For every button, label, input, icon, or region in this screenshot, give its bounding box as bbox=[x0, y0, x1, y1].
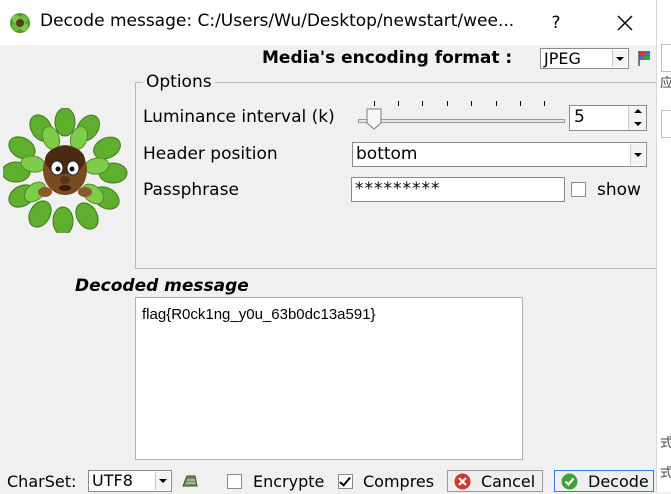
luminance-slider-track[interactable] bbox=[358, 119, 565, 123]
spinner-buttons bbox=[628, 106, 646, 130]
slider-tick bbox=[520, 101, 521, 106]
slider-tick bbox=[374, 101, 375, 106]
chevron-down-icon bbox=[612, 50, 627, 67]
luminance-spinner[interactable]: 5 bbox=[569, 105, 647, 131]
decoded-message-title: Decoded message bbox=[75, 276, 249, 296]
luminance-slider-thumb[interactable] bbox=[366, 108, 382, 130]
encrypted-checkbox[interactable] bbox=[227, 474, 242, 489]
window-title: Decode message: C:/Users/Wu/Desktop/news… bbox=[40, 11, 515, 31]
passphrase-label: Passphrase bbox=[143, 180, 239, 200]
background-window: 应 式 式 bbox=[656, 0, 671, 492]
slider-tick bbox=[496, 101, 497, 106]
background-text: 应 bbox=[660, 76, 671, 91]
options-title: Options bbox=[143, 72, 215, 92]
show-passphrase-label: show bbox=[597, 180, 641, 200]
charset-icon[interactable] bbox=[181, 473, 199, 489]
mascot-icon bbox=[1, 107, 128, 236]
header-position-label: Header position bbox=[143, 144, 278, 164]
decode-button[interactable]: Decode bbox=[554, 470, 654, 492]
slider-tick bbox=[398, 101, 399, 106]
chevron-down-icon bbox=[155, 472, 170, 490]
charset-select[interactable]: UTF8 bbox=[88, 470, 172, 492]
decoded-message-area[interactable]: flag{R0ck1ng_y0u_63b0dc13a591} bbox=[135, 297, 523, 460]
encoding-format-label: Media's encoding format : bbox=[262, 48, 513, 68]
header-position-select[interactable]: bottom bbox=[352, 142, 647, 167]
cancel-button[interactable]: Cancel bbox=[447, 470, 543, 492]
background-text: 式 bbox=[660, 436, 671, 451]
encoding-format-select[interactable]: JPEG bbox=[540, 48, 629, 69]
background-text: 式 bbox=[660, 466, 671, 481]
header-position-value: bottom bbox=[356, 144, 418, 164]
luminance-value: 5 bbox=[574, 107, 585, 127]
help-button[interactable]: ? bbox=[538, 10, 574, 36]
spinner-down-icon[interactable] bbox=[629, 118, 646, 130]
close-icon bbox=[617, 15, 633, 31]
decoded-message-text: flag{R0ck1ng_y0u_63b0dc13a591} bbox=[142, 306, 376, 323]
show-passphrase-checkbox[interactable] bbox=[571, 182, 586, 197]
background-control bbox=[661, 110, 671, 138]
charset-label: CharSet: bbox=[7, 472, 77, 491]
close-button[interactable] bbox=[605, 10, 645, 36]
background-control bbox=[661, 44, 671, 72]
compress-label: Compres bbox=[363, 472, 435, 491]
app-leaf-icon bbox=[9, 12, 31, 34]
encoding-format-value: JPEG bbox=[544, 49, 581, 68]
slider-tick bbox=[471, 101, 472, 106]
encoding-flag-icon[interactable] bbox=[637, 49, 653, 67]
decode-label: Decode bbox=[588, 472, 649, 491]
compress-checkbox[interactable] bbox=[338, 474, 353, 489]
slider-tick bbox=[544, 101, 545, 106]
decode-icon bbox=[561, 473, 578, 490]
slider-tick bbox=[447, 101, 448, 106]
encrypted-label: Encrypted bbox=[253, 472, 325, 491]
cancel-icon bbox=[454, 473, 471, 490]
slider-tick bbox=[422, 101, 423, 106]
chevron-down-icon bbox=[630, 144, 645, 165]
luminance-label: Luminance interval (k) bbox=[143, 107, 335, 127]
passphrase-field[interactable]: ********* bbox=[351, 177, 565, 202]
charset-value: UTF8 bbox=[92, 471, 133, 490]
cancel-label: Cancel bbox=[481, 472, 536, 491]
